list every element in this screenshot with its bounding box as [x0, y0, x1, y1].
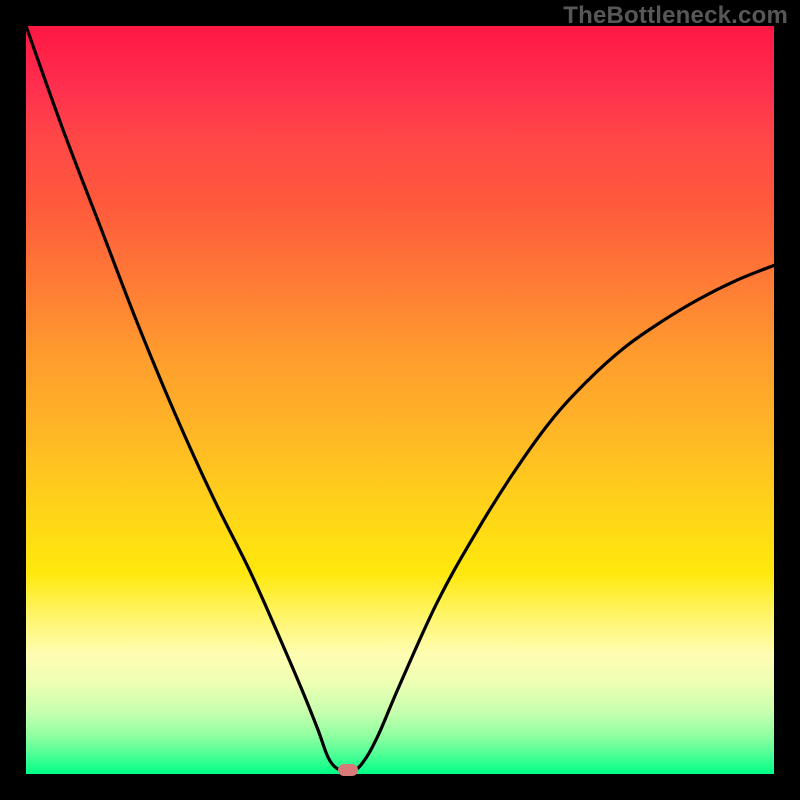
plot-area	[26, 26, 774, 774]
bottleneck-curve	[26, 26, 774, 773]
curve-svg	[26, 26, 774, 774]
optimal-point-marker	[338, 764, 358, 776]
chart-frame: TheBottleneck.com	[0, 0, 800, 800]
